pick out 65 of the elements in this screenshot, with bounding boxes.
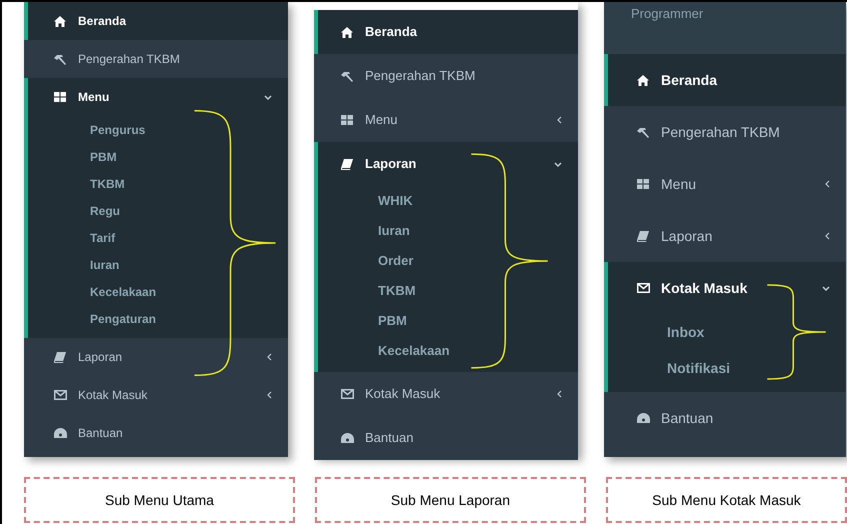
chevron-down-icon <box>822 286 830 290</box>
grid-icon <box>341 115 353 125</box>
home-icon <box>54 16 66 26</box>
dashboard-icon <box>637 413 650 423</box>
sidebar-item[interactable]: Menu <box>314 98 578 142</box>
submenu-item[interactable]: Iuran <box>24 251 288 278</box>
submenu-item[interactable]: Pengaturan <box>24 305 288 332</box>
book-icon <box>54 352 66 362</box>
hammer-icon <box>637 126 650 138</box>
submenu-item[interactable]: TKBM <box>314 276 578 306</box>
submenu-item[interactable]: WHIK <box>314 186 578 216</box>
chevron-left-icon <box>825 180 830 188</box>
sidebar-item[interactable]: Beranda <box>604 54 846 106</box>
home-icon <box>341 26 353 38</box>
submenu-item[interactable]: Pengurus <box>24 116 288 143</box>
envelope-icon <box>341 389 354 399</box>
envelope-icon <box>637 283 650 293</box>
grid-icon <box>637 179 649 189</box>
user-role-text: Programmer <box>631 6 704 21</box>
sidebar-item[interactable]: Kotak Masuk <box>314 372 578 416</box>
dashboard-icon <box>341 433 354 443</box>
submenu-item[interactable]: Inbox <box>604 314 846 350</box>
home-icon <box>637 74 649 86</box>
sidebar-item[interactable]: Bantuan <box>604 392 846 444</box>
submenu-item[interactable]: Kecelakaan <box>314 336 578 366</box>
book-icon <box>637 230 649 242</box>
sidebar-item[interactable]: Laporan <box>314 142 578 186</box>
submenu-item[interactable]: Kecelakaan <box>24 278 288 305</box>
sidebar-item[interactable]: Bantuan <box>24 414 288 452</box>
submenu-item[interactable]: Notifikasi <box>604 350 846 386</box>
submenu-item[interactable]: TKBM <box>24 170 288 197</box>
sidebar-item[interactable]: Laporan <box>24 338 288 376</box>
hammer-icon <box>341 70 354 82</box>
chevron-left-icon <box>267 391 272 399</box>
chevron-left-icon <box>825 232 830 240</box>
caption: Sub Menu Utama <box>24 477 295 523</box>
chevron-left-icon <box>267 353 272 361</box>
envelope-icon <box>54 390 67 400</box>
sidebar-item[interactable]: Menu <box>24 78 288 116</box>
sidebar-item[interactable]: Pengerahan TKBM <box>604 106 846 158</box>
sidebar-item[interactable]: Pengerahan TKBM <box>24 40 288 78</box>
caption: Sub Menu Laporan <box>314 477 586 523</box>
sidebar-item[interactable]: Menu <box>604 158 846 210</box>
book-icon <box>341 158 353 170</box>
sidebar-item[interactable]: Laporan <box>604 210 846 262</box>
chevron-left-icon <box>557 116 562 124</box>
sidebar-item[interactable]: Pengerahan TKBM <box>314 54 578 98</box>
sidebar-item[interactable]: Beranda <box>314 10 578 54</box>
chevron-down-icon <box>554 162 562 166</box>
hammer-icon <box>54 54 67 64</box>
sidebar-item[interactable]: Beranda <box>24 2 288 40</box>
dashboard-icon <box>54 428 67 438</box>
grid-icon <box>54 92 66 102</box>
submenu-item[interactable]: PBM <box>24 143 288 170</box>
caption: Sub Menu Kotak Masuk <box>606 477 847 523</box>
chevron-down-icon <box>264 94 272 100</box>
submenu-item[interactable]: Tarif <box>24 224 288 251</box>
sidebar-item[interactable]: Kotak Masuk <box>604 262 846 314</box>
submenu-item[interactable]: Order <box>314 246 578 276</box>
submenu-item[interactable]: PBM <box>314 306 578 336</box>
sidebar-item[interactable]: Kotak Masuk <box>24 376 288 414</box>
chevron-left-icon <box>557 390 562 398</box>
sidebar-item[interactable]: Bantuan <box>314 416 578 460</box>
submenu-item[interactable]: Regu <box>24 197 288 224</box>
submenu-item[interactable]: Iuran <box>314 216 578 246</box>
